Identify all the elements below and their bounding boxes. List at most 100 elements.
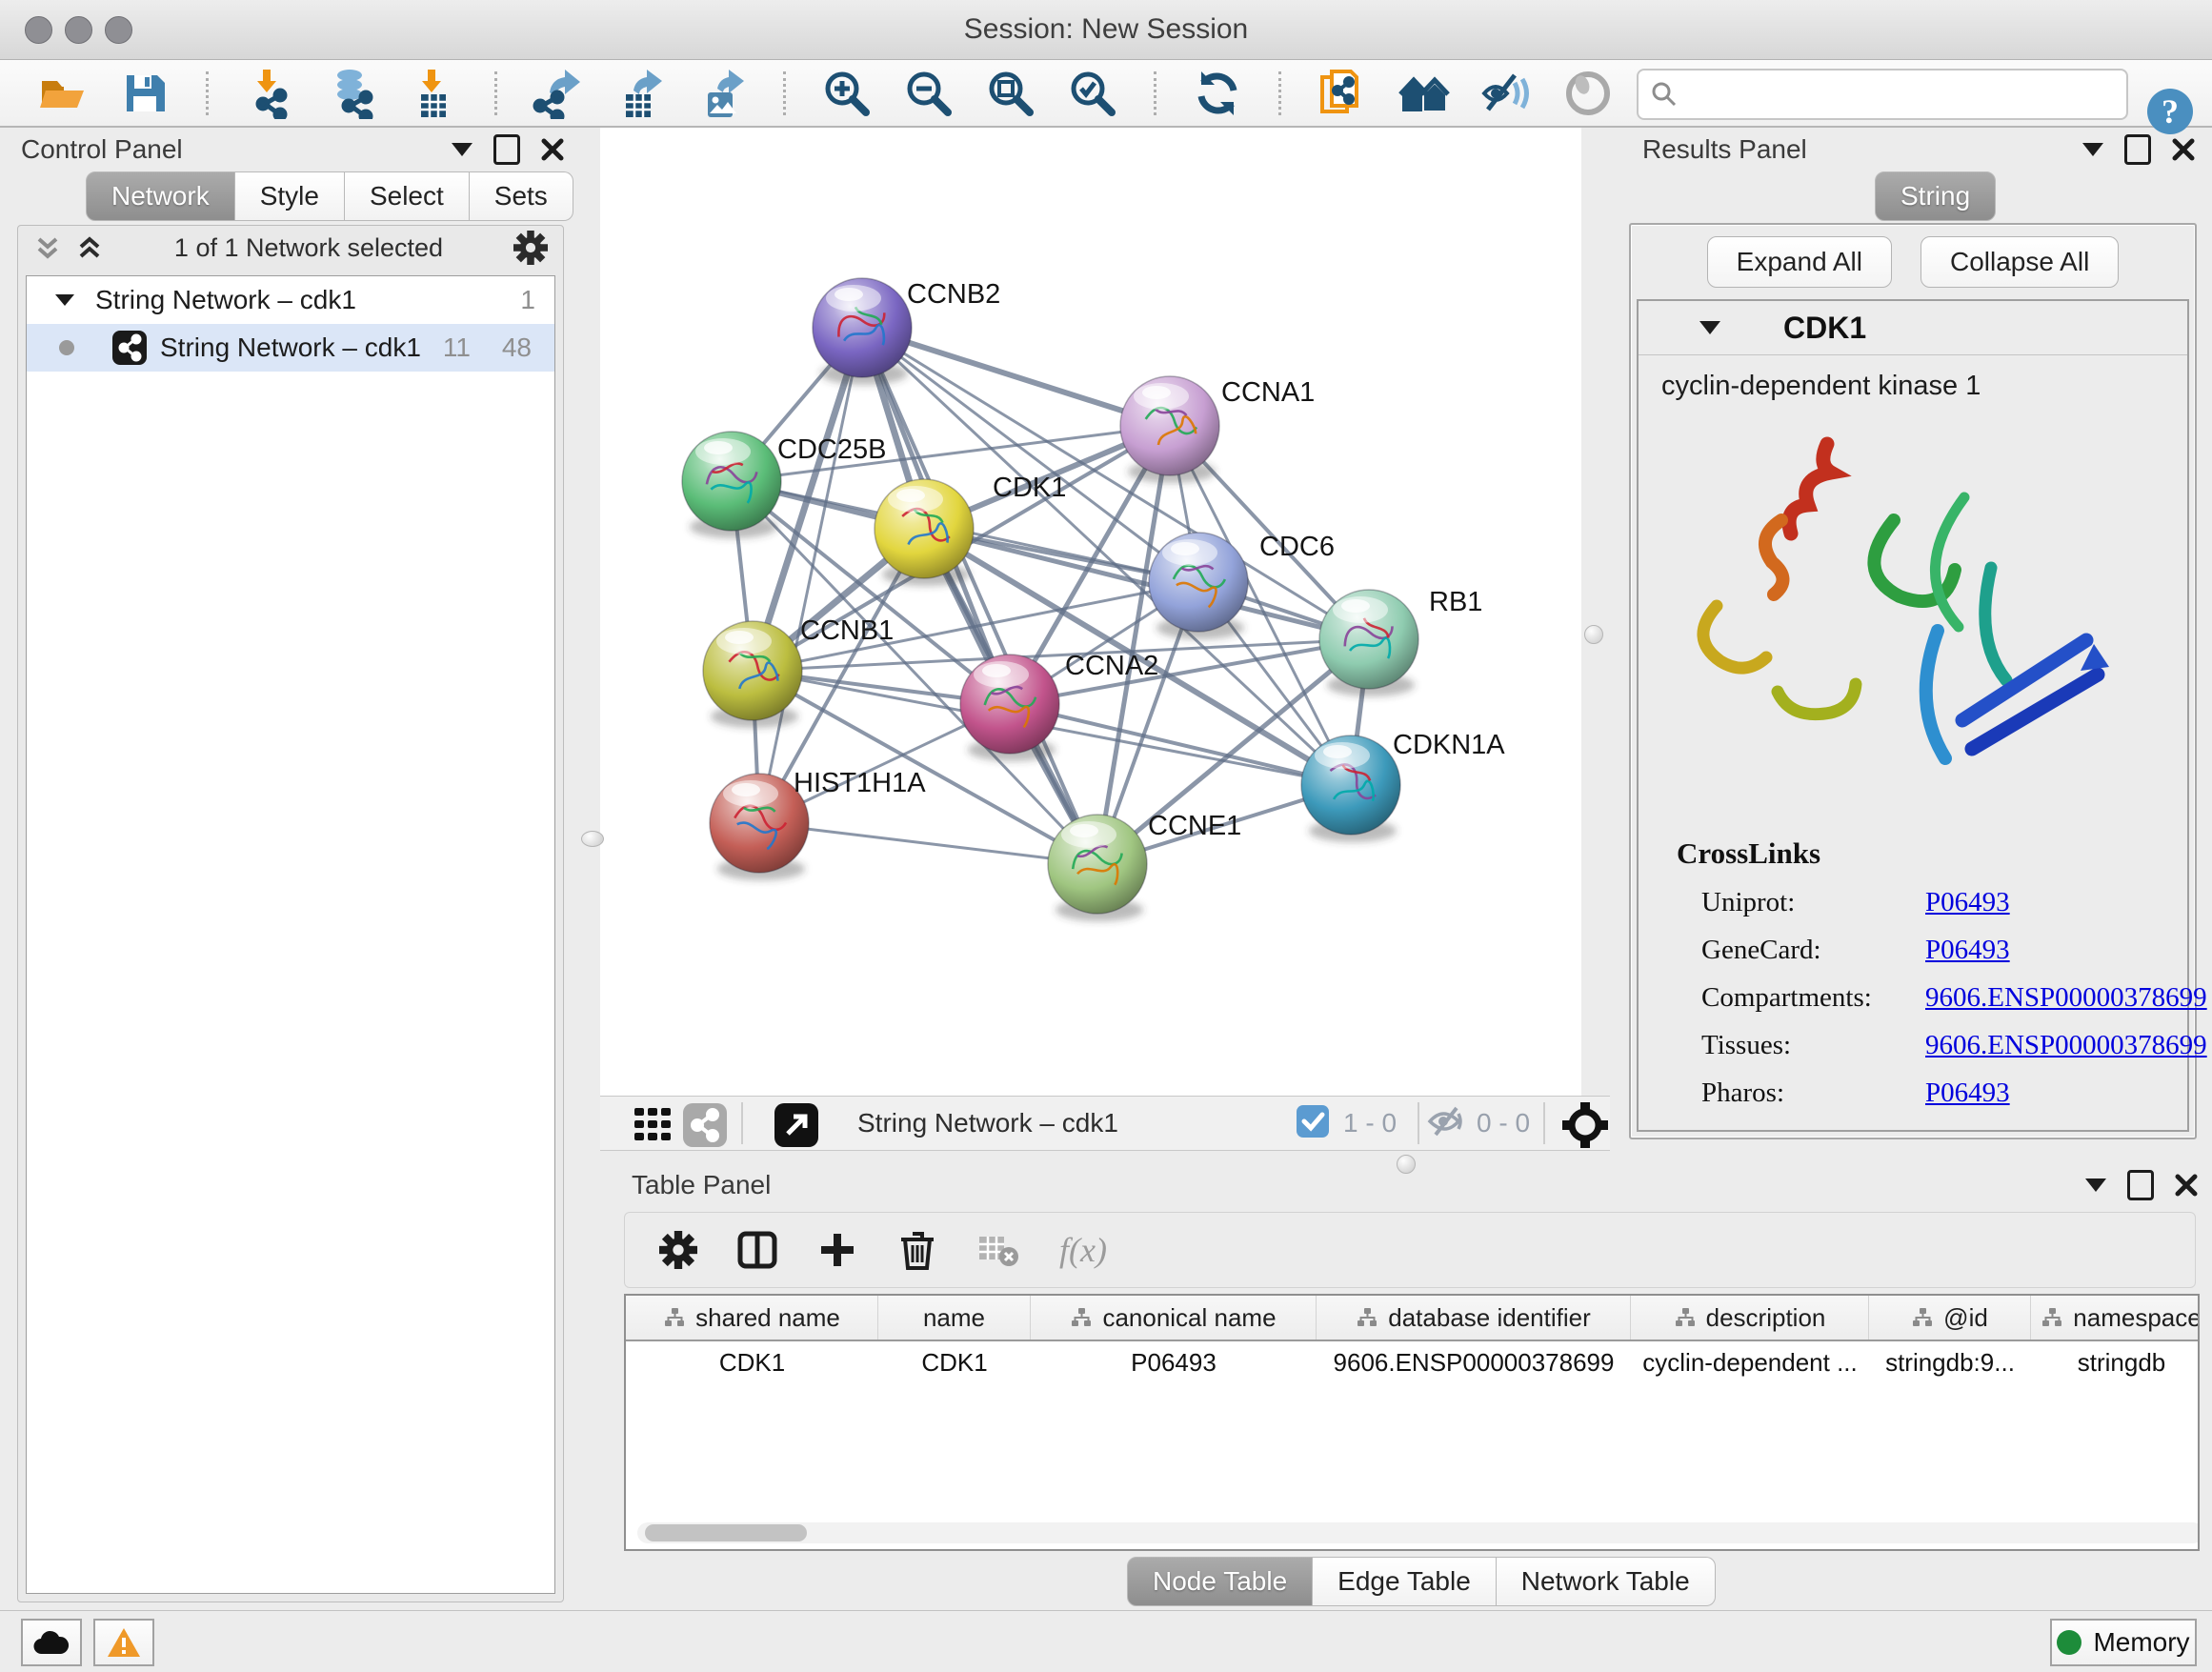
table-cell[interactable]: cyclin-dependent ... [1631,1348,1869,1378]
column-header-shared-name[interactable]: shared name [626,1296,878,1340]
save-session-icon[interactable] [118,67,171,120]
column-header-@id[interactable]: @id [1869,1296,2031,1340]
node-label-CDC6: CDC6 [1259,532,1335,562]
close-panel-icon[interactable] [541,138,564,161]
close-panel-icon[interactable] [2175,1174,2198,1197]
open-in-window-icon[interactable] [770,1098,823,1152]
crosslink-link[interactable]: P06493 [1925,1078,2010,1109]
network-type-icon[interactable] [678,1098,732,1152]
expand-all-icon[interactable] [75,233,104,262]
import-database-icon[interactable] [325,67,378,120]
close-panel-icon[interactable] [2172,138,2195,161]
table-cell[interactable]: stringdb:9... [1869,1348,2031,1378]
float-panel-icon[interactable] [2124,134,2151,165]
tab-edge-table[interactable]: Edge Table [1313,1557,1497,1606]
right-splitter-handle[interactable] [1584,625,1603,644]
network-node-HIST1H1A[interactable]: HIST1H1A [710,768,926,880]
warnings-button[interactable] [93,1619,154,1666]
table-gear-icon[interactable] [659,1231,697,1269]
network-canvas[interactable]: CCNB2CCNA1CDC25BCDK1CDC6RB1CCNB1CCNA2CDK… [600,128,1581,1096]
column-header-name[interactable]: name [878,1296,1031,1340]
network-node-CDKN1A[interactable]: CDKN1A [1301,730,1505,842]
search-input[interactable] [1679,74,2126,114]
tab-select[interactable]: Select [345,171,470,221]
float-panel-icon[interactable] [493,134,520,165]
tab-node-table[interactable]: Node Table [1127,1557,1313,1606]
table-panel-title: Table Panel [632,1170,771,1200]
crosshair-icon[interactable] [1558,1098,1612,1152]
selected-checkbox-icon[interactable] [1296,1104,1330,1138]
table-cell[interactable]: CDK1 [878,1348,1031,1378]
column-header-database-identifier[interactable]: database identifier [1317,1296,1631,1340]
results-panel-title: Results Panel [1642,134,1807,165]
network-collection-row[interactable]: String Network – cdk1 1 [27,276,554,324]
network-node-CCNA2[interactable]: CCNA2 [960,651,1158,761]
table-row[interactable]: CDK1CDK1P064939606.ENSP00000378699cyclin… [626,1341,2198,1383]
node-label-CCNB1: CCNB1 [800,615,894,646]
panel-menu-icon[interactable] [2082,143,2103,156]
collapse-entry-icon[interactable] [1699,321,1720,334]
table-cell[interactable]: 9606.ENSP00000378699 [1317,1348,1631,1378]
network-graph: CCNB2CCNA1CDC25BCDK1CDC6RB1CCNB1CCNA2CDK… [600,128,1581,1096]
network-node-CCNA1[interactable]: CCNA1 [1120,376,1315,483]
zoom-selected-icon[interactable] [1066,67,1119,120]
tab-network[interactable]: Network [86,171,235,221]
collapse-icon[interactable] [55,294,74,306]
show-columns-icon[interactable] [737,1230,777,1270]
crosslink-link[interactable]: 9606.ENSP00000378699 [1925,982,2207,1014]
hide-glasses-icon[interactable] [1479,67,1533,120]
tab-sets[interactable]: Sets [470,171,573,221]
zoom-out-icon[interactable] [902,67,955,120]
table-hscroll-thumb[interactable] [645,1524,807,1541]
collapse-all-button[interactable]: Collapse All [1920,236,2119,288]
crosslink-link[interactable]: P06493 [1925,935,2010,966]
add-column-icon[interactable] [817,1230,857,1270]
column-header-namespace[interactable]: namespace [2031,1296,2200,1340]
import-network-icon[interactable] [243,67,296,120]
network-row[interactable]: String Network – cdk1 11 48 [27,324,554,372]
tab-network-table[interactable]: Network Table [1497,1557,1716,1606]
node-label-CCNE1: CCNE1 [1148,811,1241,841]
tab-string[interactable]: String [1875,171,1996,221]
clone-network-icon[interactable] [1316,67,1369,120]
crosslink-link[interactable]: 9606.ENSP00000378699 [1925,1030,2207,1061]
export-network-icon[interactable] [532,67,585,120]
node-entry-header[interactable]: CDK1 [1639,301,2187,355]
import-table-icon[interactable] [407,67,460,120]
table-toolbar: f(x) [624,1212,2196,1288]
zoom-fit-icon[interactable] [984,67,1037,120]
expand-all-button[interactable]: Expand All [1707,236,1892,288]
panel-menu-icon[interactable] [452,143,473,156]
delete-column-icon[interactable] [897,1230,937,1270]
collapse-all-icon[interactable] [33,233,62,262]
export-table-icon[interactable] [613,67,667,120]
network-edge[interactable] [759,823,1097,864]
refresh-icon[interactable] [1191,67,1244,120]
string-results-box: Expand All Collapse All CDK1 cyclin-depe… [1629,223,2197,1139]
gear-icon[interactable] [513,231,548,265]
home-networks-icon[interactable] [1398,67,1451,120]
network-node-CDK1[interactable]: CDK1 [875,473,1066,586]
tab-style[interactable]: Style [235,171,345,221]
table-hscrollbar[interactable] [637,1522,2200,1543]
float-panel-icon[interactable] [2127,1170,2154,1200]
table-cell[interactable]: stringdb [2031,1348,2200,1378]
open-session-icon[interactable] [36,67,90,120]
memory-button[interactable]: Memory [2050,1619,2197,1666]
column-header-canonical-name[interactable]: canonical name [1031,1296,1317,1340]
cloud-button[interactable] [21,1619,82,1666]
table-cell[interactable]: CDK1 [626,1348,878,1378]
column-header-description[interactable]: description [1631,1296,1869,1340]
birds-eye-grid-icon[interactable] [627,1098,680,1152]
zoom-in-icon[interactable] [820,67,874,120]
crosslink-link[interactable]: P06493 [1925,887,2010,918]
node-table[interactable]: shared namenamecanonical namedatabase id… [624,1294,2200,1551]
export-image-icon[interactable] [695,67,749,120]
left-splitter-handle[interactable] [581,831,604,847]
panel-menu-icon[interactable] [2085,1178,2106,1192]
crosslinks-title: CrossLinks [1677,836,2207,871]
node-label-CCNA2: CCNA2 [1065,651,1158,681]
search-box[interactable] [1637,69,2128,120]
table-cell[interactable]: P06493 [1031,1348,1317,1378]
network-node-RB1[interactable]: RB1 [1319,587,1482,696]
